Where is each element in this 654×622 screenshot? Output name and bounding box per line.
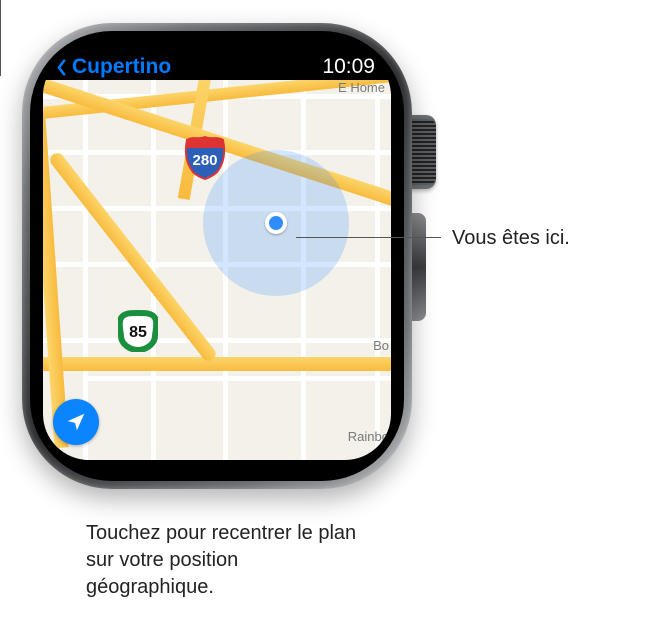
chevron-left-icon <box>53 59 70 76</box>
status-bar: Cupertino 10:09 <box>43 52 391 82</box>
svg-text:85: 85 <box>129 324 147 341</box>
back-button[interactable]: Cupertino <box>53 55 171 79</box>
watch-screen: Cupertino 10:09 280 <box>43 50 391 460</box>
callout-leader <box>0 0 1 76</box>
digital-crown[interactable] <box>410 115 436 189</box>
street-label: E Home <box>338 80 385 95</box>
back-title: Cupertino <box>72 55 171 79</box>
callout-locate: Touchez pour recentrer le plan sur votre… <box>86 520 366 601</box>
street-label: Rainbo <box>348 429 389 444</box>
locate-button[interactable] <box>53 399 99 445</box>
side-button[interactable] <box>410 213 426 321</box>
clock: 10:09 <box>322 55 375 79</box>
callout-leader <box>296 237 441 238</box>
interstate-shield-icon: 280 <box>183 134 227 180</box>
map-view[interactable]: 280 85 E Home Bo Rainbo <box>43 80 391 460</box>
svg-text:280: 280 <box>192 152 217 169</box>
street-label: Bo <box>373 338 389 353</box>
current-location-dot <box>265 212 287 234</box>
location-arrow-icon <box>65 411 87 433</box>
callout-here: Vous êtes ici. <box>452 225 642 252</box>
state-route-shield-icon: 85 <box>118 310 158 352</box>
